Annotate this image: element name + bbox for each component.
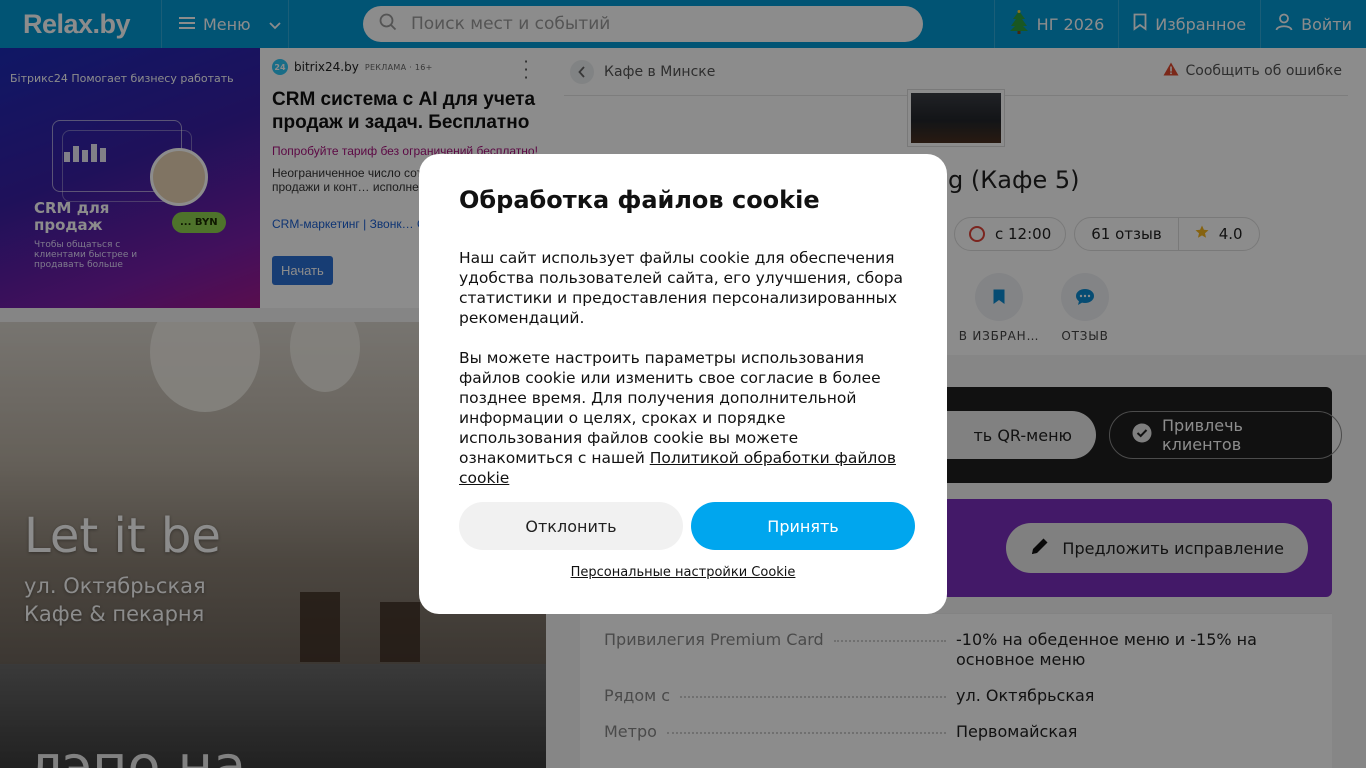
cookie-buttons: Отклонить Принять [459,502,915,550]
decline-button[interactable]: Отклонить [459,502,683,550]
cookie-text-paragraph-2: Вы можете настроить параметры использова… [459,348,907,488]
cookie-dialog-title: Обработка файлов cookie [459,186,820,214]
personal-cookie-settings-link[interactable]: Персональные настройки Cookie [419,565,947,580]
cookie-consent-dialog: Обработка файлов cookie Наш сайт использ… [419,154,947,614]
cookie-text-paragraph-1: Наш сайт использует файлы cookie для обе… [459,249,904,327]
accept-button[interactable]: Принять [691,502,915,550]
